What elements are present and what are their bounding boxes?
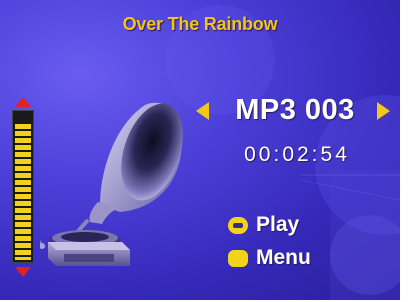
- player-screen: Over The Rainbow MP3 003 00:02:54 Play M…: [0, 0, 400, 300]
- gramophone-icon: [40, 102, 183, 266]
- volume-up-icon[interactable]: [15, 97, 31, 107]
- play-key-icon: [228, 217, 248, 234]
- track-name: MP3 003: [235, 94, 355, 126]
- previous-track-icon[interactable]: [196, 102, 209, 120]
- next-track-icon[interactable]: [377, 102, 390, 120]
- play-label: Play: [256, 213, 300, 236]
- volume-bar[interactable]: [12, 97, 34, 277]
- menu-key-icon: [228, 250, 248, 267]
- volume-down-icon[interactable]: [15, 267, 31, 277]
- volume-level-fill: [15, 123, 31, 260]
- track-selector: MP3 003: [196, 94, 396, 130]
- elapsed-time: 00:02:54: [244, 143, 350, 166]
- menu-label: Menu: [256, 246, 311, 269]
- volume-track: [12, 110, 34, 263]
- song-title: Over The Rainbow: [122, 14, 278, 34]
